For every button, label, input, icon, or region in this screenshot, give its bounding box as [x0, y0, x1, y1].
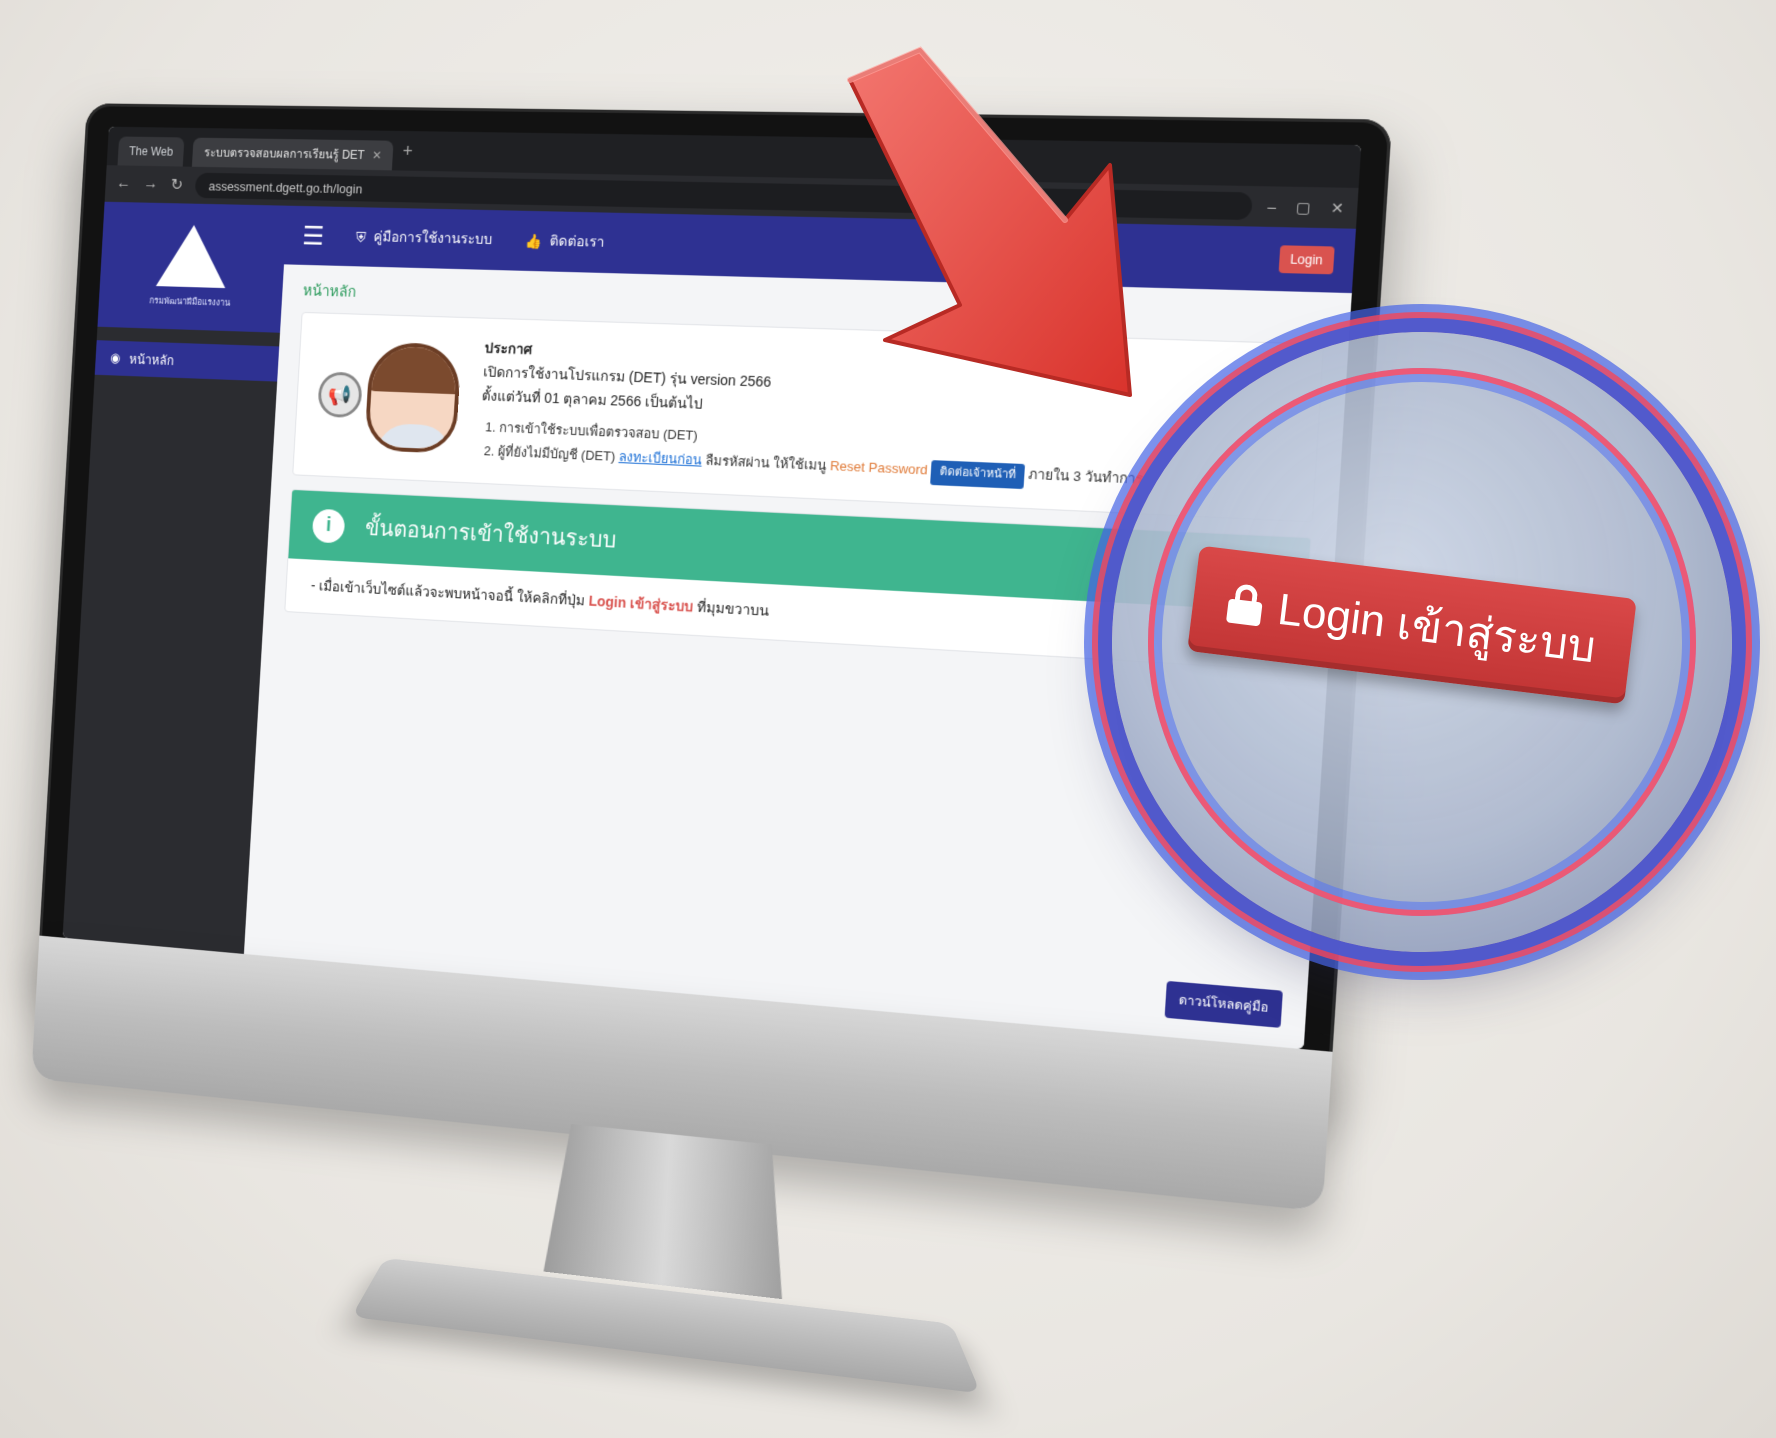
megaphone-icon: 📢 — [317, 371, 363, 419]
brand-subtitle: กรมพัฒนาฝีมือแรงงาน — [148, 295, 231, 308]
contact-staff-button[interactable]: ติดต่อเจ้าหน้าที่ — [930, 459, 1026, 489]
avatar — [364, 341, 462, 455]
red-arrow-icon — [847, 46, 1132, 397]
browser-tab-active[interactable]: ระบบตรวจสอบผลการเรียนรู้ DET ✕ — [192, 137, 394, 171]
close-icon[interactable]: ✕ — [372, 148, 382, 162]
dashboard-icon: ◉ — [109, 350, 121, 366]
download-manual-button[interactable]: ดาวน์โหลดคู่มือ — [1164, 980, 1283, 1028]
new-tab-icon[interactable]: + — [402, 140, 413, 161]
forward-icon[interactable]: → — [143, 176, 158, 194]
login-button-small[interactable]: Login — [1278, 245, 1335, 275]
sidebar-item-label: หน้าหลัก — [128, 351, 175, 368]
lock-icon — [1226, 583, 1265, 627]
nav-label: ติดต่อเรา — [549, 232, 605, 250]
maximize-icon[interactable]: ▢ — [1296, 198, 1312, 216]
minimize-icon[interactable]: – — [1267, 198, 1277, 216]
info-icon: i — [311, 508, 346, 544]
nav-label: คู่มือการใช้งานระบบ — [373, 228, 493, 248]
tab-label: ระบบตรวจสอบผลการเรียนรู้ DET — [203, 145, 365, 162]
back-icon[interactable]: ← — [116, 175, 131, 193]
login-label: Login เข้าสู่ระบบ — [1275, 584, 1599, 673]
register-link[interactable]: ลงทะเบียนก่อน — [618, 449, 702, 468]
tab-label: The Web — [128, 144, 174, 159]
login-highlight: Login เข้าสู่ระบบ — [588, 592, 694, 615]
thumbs-up-icon: 👍 — [524, 232, 543, 249]
sidebar-item-home[interactable]: ◉ หน้าหลัก — [94, 340, 280, 382]
browser-tab[interactable]: The Web — [117, 136, 185, 167]
reload-icon[interactable]: ↻ — [170, 175, 183, 195]
shield-icon: ⛨ — [355, 228, 367, 245]
nav-item-contact[interactable]: 👍 ติดต่อเรา — [524, 230, 605, 254]
brand: กรมพัฒนาฝีมือแรงงาน — [97, 201, 288, 333]
window-close-icon[interactable]: ✕ — [1330, 199, 1344, 217]
logo-icon — [155, 224, 229, 289]
window-controls: – ▢ ✕ — [1267, 198, 1344, 218]
monitor-neck — [544, 1122, 792, 1299]
reset-password-text: Reset Password — [829, 457, 929, 478]
info-title: ขั้นตอนการเข้าใช้งานระบบ — [364, 515, 617, 553]
magnifier-callout: Login เข้าสู่ระบบ — [1112, 332, 1732, 952]
menu-icon[interactable]: ☰ — [302, 220, 325, 251]
nav-item-manual[interactable]: ⛨ คู่มือการใช้งานระบบ — [355, 226, 493, 251]
